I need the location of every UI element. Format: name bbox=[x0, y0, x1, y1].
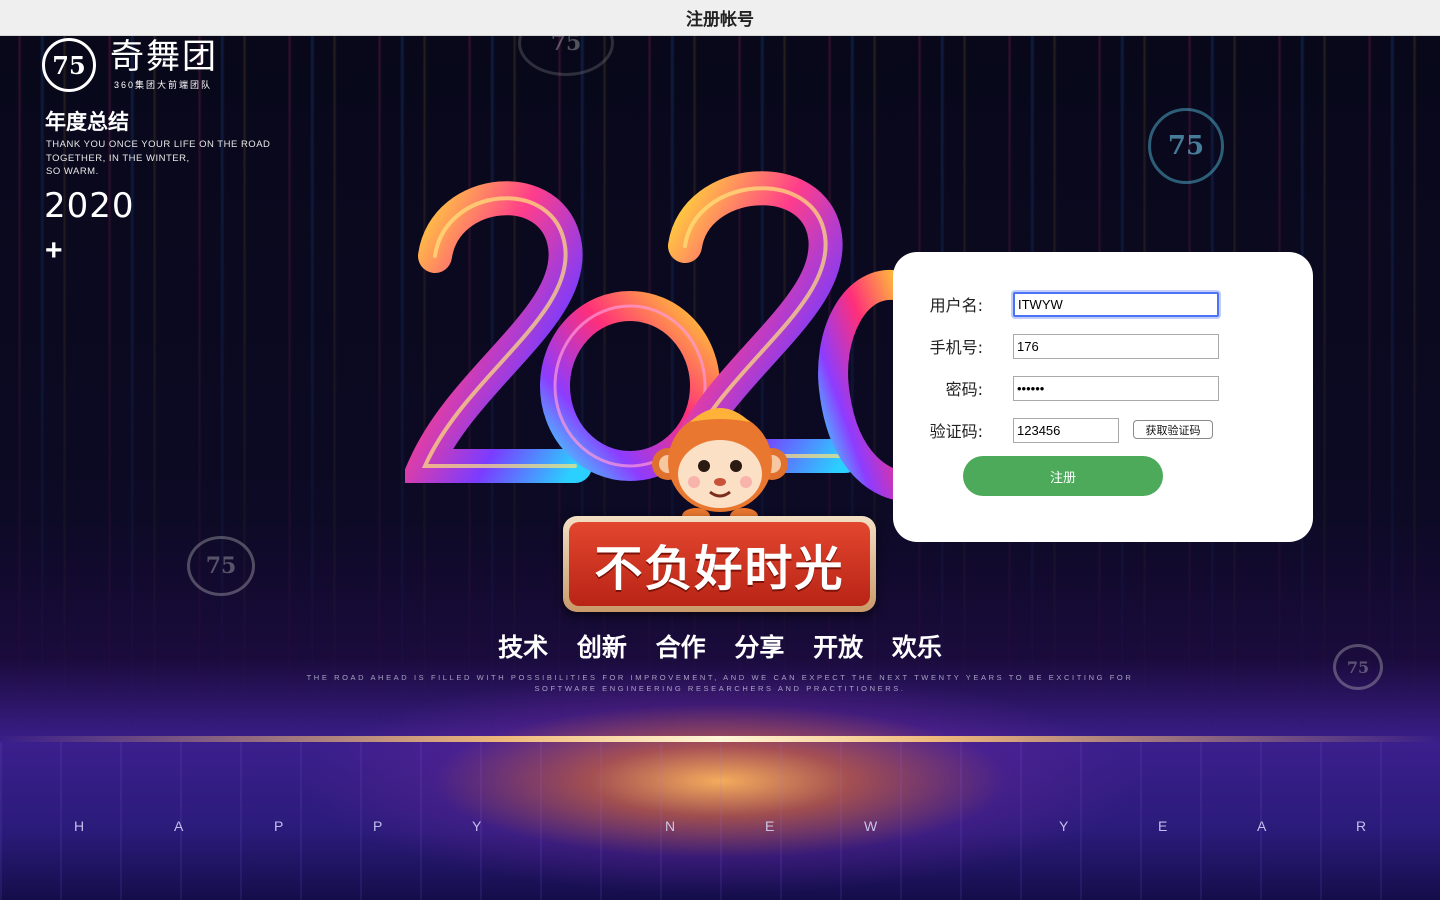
logo-subtitle: 360集团大前端团队 bbox=[114, 80, 213, 90]
coin-icon: 75 bbox=[1148, 108, 1224, 184]
letter: H bbox=[74, 818, 85, 834]
letter: E bbox=[765, 818, 775, 834]
values-row: 技术 创新 合作 分享 开放 欢乐 bbox=[0, 628, 1440, 664]
get-code-button[interactable]: 获取验证码 bbox=[1133, 420, 1213, 439]
letter: A bbox=[174, 818, 184, 834]
road-ahead-text: THE ROAD AHEAD IS FILLED WITH POSSIBILIT… bbox=[306, 673, 1134, 693]
logo-name: 奇舞团 bbox=[110, 37, 218, 77]
code-label: 验证码: bbox=[929, 422, 983, 441]
letter: E bbox=[1158, 818, 1168, 834]
annual-title: 年度总结 bbox=[45, 110, 129, 134]
coin-icon: 75 bbox=[187, 536, 255, 596]
value-item: 合作 bbox=[655, 633, 706, 662]
password-input[interactable] bbox=[1013, 376, 1219, 401]
logo-mark-icon: 75 bbox=[42, 38, 96, 92]
letter: Y bbox=[472, 818, 482, 834]
letter: P bbox=[373, 818, 383, 834]
letter: P bbox=[274, 818, 284, 834]
thanks-text: THANK YOU ONCE YOUR LIFE ON THE ROAD TOG… bbox=[46, 139, 271, 177]
code-row: 验证码: 获取验证码 bbox=[893, 416, 1313, 444]
register-button[interactable]: 注册 bbox=[963, 456, 1163, 496]
phone-row: 手机号: bbox=[893, 332, 1313, 360]
value-item: 技术 bbox=[498, 633, 549, 662]
window-title: 注册帐号 bbox=[686, 10, 754, 30]
plus-icon: + bbox=[45, 234, 63, 267]
window-titlebar: 注册帐号 bbox=[0, 0, 1440, 36]
value-item: 开放 bbox=[813, 633, 864, 662]
horizon-glow bbox=[0, 736, 1440, 742]
year-text: 2020 bbox=[44, 186, 135, 226]
letter: N bbox=[665, 818, 676, 834]
letter: A bbox=[1257, 818, 1267, 834]
register-card: 用户名: 手机号: 密码: 验证码: 获取验证码 注册 bbox=[893, 252, 1313, 542]
slogan-banner: 不负好时光 bbox=[563, 516, 876, 612]
phone-input[interactable] bbox=[1013, 334, 1219, 359]
monkey-mascot-icon bbox=[652, 408, 788, 524]
username-label: 用户名: bbox=[929, 296, 983, 315]
username-row: 用户名: bbox=[893, 290, 1313, 318]
username-input[interactable] bbox=[1013, 292, 1219, 317]
letter: Y bbox=[1059, 818, 1069, 834]
phone-label: 手机号: bbox=[929, 338, 983, 357]
password-label: 密码: bbox=[945, 380, 983, 399]
slogan-text: 不负好时光 bbox=[594, 541, 845, 597]
password-row: 密码: bbox=[893, 374, 1313, 402]
value-item: 欢乐 bbox=[891, 633, 942, 662]
letter: R bbox=[1356, 818, 1367, 834]
value-item: 创新 bbox=[576, 633, 627, 662]
letter: W bbox=[864, 818, 878, 834]
code-input[interactable] bbox=[1013, 418, 1119, 443]
happy-new-year-letters: H A P P Y N E W Y E A R bbox=[0, 818, 1440, 838]
brand-logo: 75 奇舞团 360集团大前端团队 bbox=[42, 38, 218, 92]
value-item: 分享 bbox=[734, 633, 785, 662]
